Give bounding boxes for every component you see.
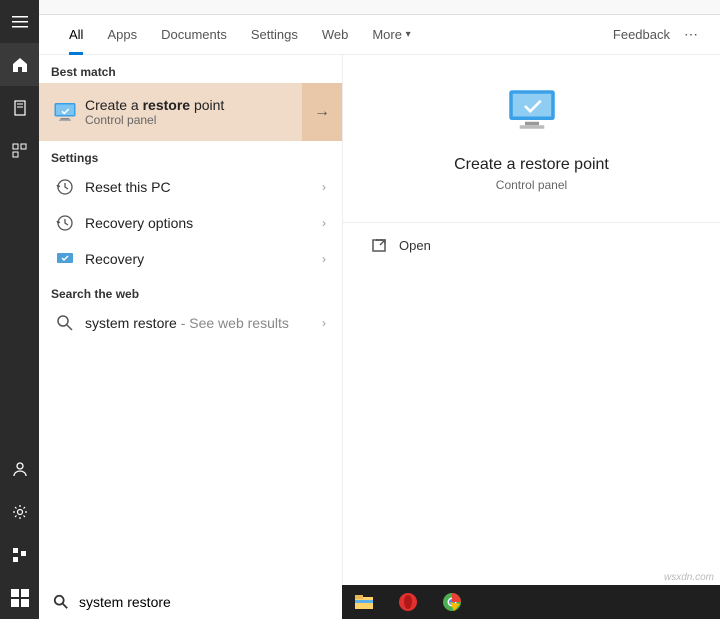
best-match-result[interactable]: Create a restore point Control panel →: [39, 83, 342, 141]
open-action[interactable]: Open: [343, 223, 720, 267]
history-icon: [51, 178, 79, 196]
results-list: Best match Create a restore point Contro…: [39, 55, 342, 585]
chrome-icon[interactable]: [430, 585, 474, 619]
best-match-subtitle: Control panel: [85, 113, 302, 127]
chevron-right-icon: ›: [318, 316, 330, 330]
expand-arrow-icon[interactable]: →: [302, 83, 342, 141]
best-match-title: Create a restore point: [85, 97, 302, 113]
search-input[interactable]: [79, 594, 328, 610]
more-options-icon[interactable]: ⋯: [680, 26, 702, 43]
preview-subtitle: Control panel: [496, 178, 567, 192]
file-explorer-icon[interactable]: [342, 585, 386, 619]
result-label: Recovery options: [79, 215, 318, 231]
start-icon[interactable]: [0, 576, 39, 619]
chevron-right-icon: ›: [318, 216, 330, 230]
preview-title: Create a restore point: [454, 156, 609, 174]
result-label: Reset this PC: [79, 179, 318, 195]
taskbar: [39, 585, 720, 619]
chevron-right-icon: ›: [318, 252, 330, 266]
result-reset-pc[interactable]: Reset this PC ›: [39, 169, 342, 205]
result-web-search[interactable]: system restore - See web results ›: [39, 305, 342, 341]
tab-more[interactable]: More ▾: [360, 15, 422, 55]
apps-icon[interactable]: [0, 129, 39, 172]
search-box[interactable]: [39, 585, 342, 619]
search-icon: [51, 314, 79, 332]
share-icon[interactable]: [0, 533, 39, 576]
tab-all[interactable]: All: [57, 15, 95, 55]
history-icon: [51, 214, 79, 232]
settings-icon[interactable]: [0, 490, 39, 533]
profile-icon[interactable]: [0, 447, 39, 490]
monitor-icon: [504, 85, 560, 146]
opera-icon[interactable]: [386, 585, 430, 619]
browser-chrome-sliver: [39, 0, 720, 15]
result-recovery[interactable]: Recovery ›: [39, 241, 342, 277]
open-label: Open: [399, 238, 431, 253]
search-icon: [53, 594, 69, 610]
filter-tabs: All Apps Documents Settings Web More ▾ F…: [39, 15, 720, 55]
result-label: Recovery: [79, 251, 318, 267]
section-settings: Settings: [39, 141, 342, 169]
recovery-icon: [51, 250, 79, 268]
preview-pane: Create a restore point Control panel Ope…: [342, 55, 720, 585]
feedback-link[interactable]: Feedback: [603, 27, 680, 42]
search-panel: All Apps Documents Settings Web More ▾ F…: [39, 0, 720, 585]
result-label: system restore - See web results: [79, 315, 318, 331]
tab-web[interactable]: Web: [310, 15, 361, 55]
chevron-down-icon: ▾: [406, 29, 411, 40]
home-icon[interactable]: [0, 43, 39, 86]
section-search-web: Search the web: [39, 277, 342, 305]
monitor-icon: [51, 100, 79, 124]
tab-settings[interactable]: Settings: [239, 15, 310, 55]
chevron-right-icon: ›: [318, 180, 330, 194]
tab-apps[interactable]: Apps: [95, 15, 149, 55]
result-recovery-options[interactable]: Recovery options ›: [39, 205, 342, 241]
section-best-match: Best match: [39, 55, 342, 83]
watermark: wsxdn.com: [664, 572, 714, 583]
documents-icon[interactable]: [0, 86, 39, 129]
open-icon: [371, 237, 387, 253]
tab-documents[interactable]: Documents: [149, 15, 239, 55]
menu-icon[interactable]: [0, 0, 39, 43]
search-sidebar: [0, 0, 39, 619]
